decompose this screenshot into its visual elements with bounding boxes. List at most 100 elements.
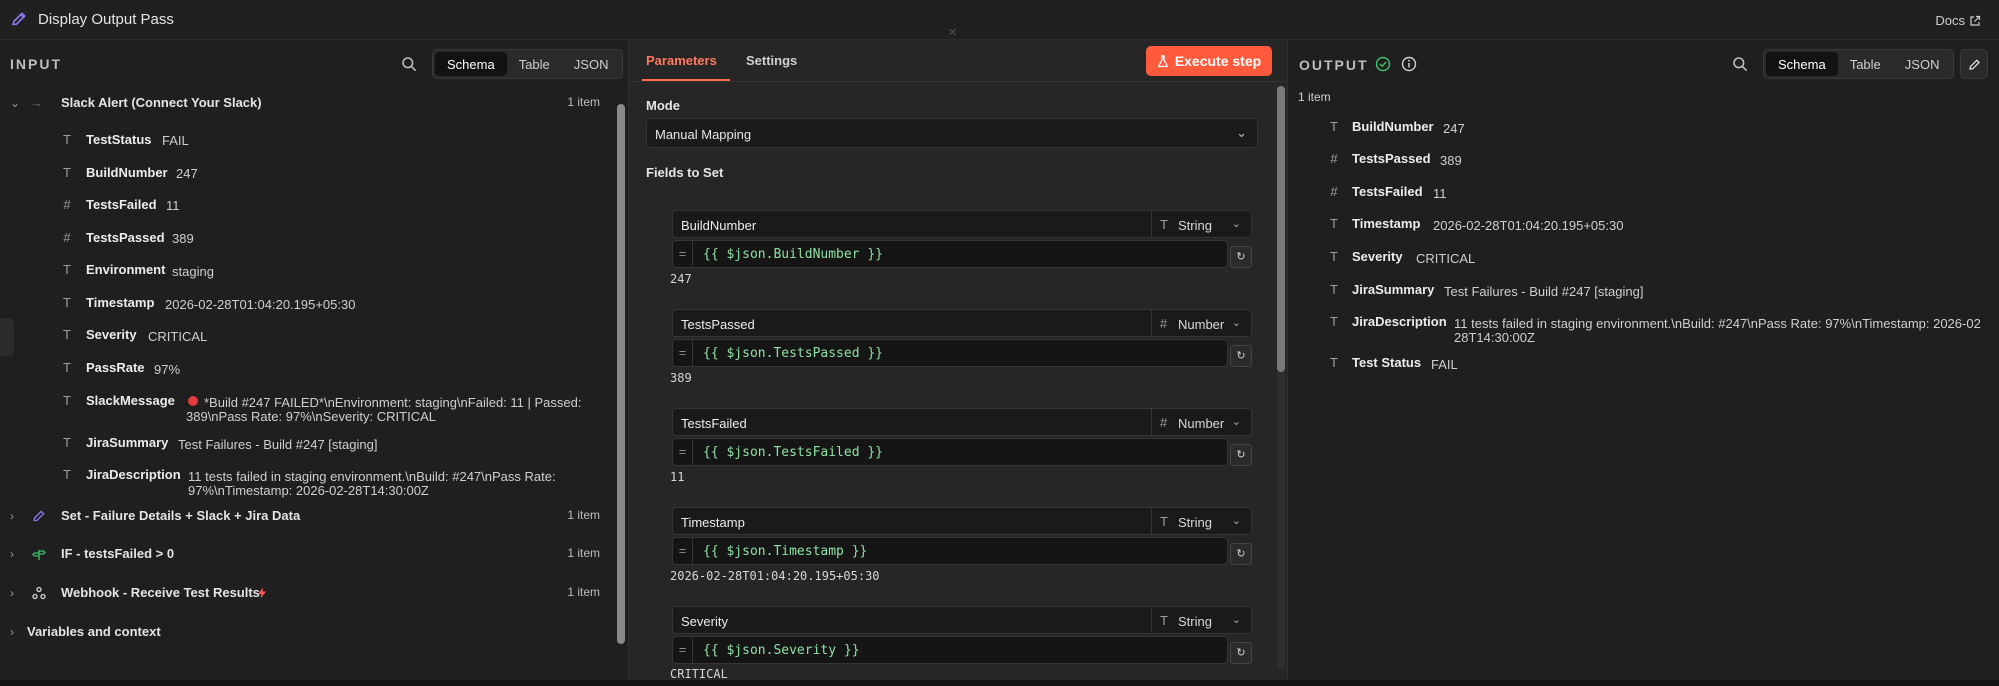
text-type-icon: T [63, 360, 71, 375]
assignment-name-field[interactable]: BuildNumber T String ⌄ [672, 210, 1252, 238]
refresh-icon[interactable]: ↻ [1230, 246, 1252, 268]
close-icon[interactable]: ✕ [948, 26, 957, 39]
field-value: CRITICAL [148, 329, 208, 344]
text-type-icon: T [63, 327, 71, 342]
panel-edge-handle[interactable] [0, 318, 14, 356]
webhook-icon [32, 586, 46, 600]
equals-icon: = [673, 637, 693, 663]
variables-label: Variables and context [27, 624, 161, 639]
text-type-icon: T [63, 393, 71, 408]
output-item-count: 1 item [1298, 90, 1331, 104]
execute-step-button[interactable]: Execute step [1146, 46, 1272, 76]
field-value: 11 [1433, 186, 1447, 201]
input-node-slack-alert[interactable]: ⌄ → Slack Alert (Connect Your Slack) 1 i… [0, 91, 620, 115]
search-icon[interactable] [1732, 56, 1748, 72]
refresh-icon[interactable]: ↻ [1230, 444, 1252, 466]
type-select[interactable]: # Number ⌄ [1151, 310, 1251, 336]
refresh-icon[interactable]: ↻ [1230, 345, 1252, 367]
expression-input[interactable]: = {{ $json.TestsPassed }} [672, 339, 1228, 367]
parameters-scrollbar-thumb[interactable] [1277, 86, 1285, 372]
parameters-scrollbar[interactable] [1277, 86, 1285, 670]
field-name[interactable]: JiraSummary [1352, 282, 1434, 297]
input-view-schema[interactable]: Schema [435, 52, 507, 76]
field-value-line-1: *Build #247 FAILED*\nEnvironment: stagin… [204, 395, 582, 410]
chevron-down-icon: ⌄ [1231, 515, 1241, 527]
text-type-icon: T [63, 165, 71, 180]
type-select[interactable]: T String ⌄ [1151, 508, 1251, 534]
type-select[interactable]: T String ⌄ [1151, 607, 1251, 633]
node-title[interactable]: Display Output Pass [38, 11, 174, 28]
field-value: 389 [1440, 153, 1462, 168]
field-name[interactable]: Environment [86, 262, 165, 277]
input-scrollbar-thumb[interactable] [617, 104, 625, 644]
field-name[interactable]: TestsPassed [1352, 151, 1431, 166]
field-name[interactable]: Test Status [1352, 355, 1421, 370]
input-view-table[interactable]: Table [507, 52, 562, 76]
field-name[interactable]: JiraDescription [86, 467, 181, 482]
assignment-name-field[interactable]: TestsPassed # Number ⌄ [672, 309, 1252, 337]
output-view-json[interactable]: JSON [1893, 52, 1952, 76]
equals-icon: = [673, 340, 693, 366]
expression-input[interactable]: = {{ $json.BuildNumber }} [672, 240, 1228, 268]
output-view-schema[interactable]: Schema [1766, 52, 1838, 76]
field-name[interactable]: Timestamp [86, 295, 154, 310]
field-name[interactable]: BuildNumber [86, 165, 168, 180]
type-name: Number [1178, 317, 1225, 332]
number-type-icon: # [1330, 184, 1338, 199]
info-icon[interactable] [1401, 56, 1417, 72]
type-name: Number [1178, 416, 1225, 431]
field-name[interactable]: BuildNumber [1352, 119, 1434, 134]
refresh-icon[interactable]: ↻ [1230, 543, 1252, 565]
node-item-count: 1 item [567, 546, 600, 560]
input-node-webhook[interactable]: › Webhook - Receive Test Results 1 item [0, 581, 620, 605]
field-name[interactable]: TestStatus [86, 132, 152, 147]
arrow-right-icon: → [30, 95, 43, 110]
text-type-icon: T [63, 467, 71, 482]
field-value-line-2: 97%\nTimestamp: 2026-02-28T14:30:00Z [188, 483, 429, 498]
expression-preview: 389 [670, 371, 692, 385]
assignment-name-field[interactable]: TestsFailed # Number ⌄ [672, 408, 1252, 436]
expression-input[interactable]: = {{ $json.TestsFailed }} [672, 438, 1228, 466]
field-name[interactable]: TestsFailed [1352, 184, 1423, 199]
field-name[interactable]: Severity [86, 327, 137, 342]
field-name[interactable]: TestsFailed [86, 197, 157, 212]
tab-settings[interactable]: Settings [746, 53, 797, 68]
docs-link[interactable]: Docs [1935, 13, 1981, 28]
expression-input[interactable]: = {{ $json.Timestamp }} [672, 537, 1228, 565]
input-view-json[interactable]: JSON [562, 52, 621, 76]
pencil-icon [1969, 59, 1980, 70]
input-node-set-failure-details[interactable]: › Set - Failure Details + Slack + Jira D… [0, 504, 620, 528]
input-node-if-tests-failed[interactable]: › IF - testsFailed > 0 1 item [0, 542, 620, 566]
number-type-icon: # [1330, 151, 1338, 166]
field-name[interactable]: JiraSummary [86, 435, 168, 450]
assignment-name-field[interactable]: Timestamp T String ⌄ [672, 507, 1252, 535]
assignment-name-field[interactable]: Severity T String ⌄ [672, 606, 1252, 634]
output-view-table[interactable]: Table [1838, 52, 1893, 76]
flask-icon [1157, 54, 1168, 67]
input-scrollbar[interactable] [617, 104, 625, 644]
search-icon[interactable] [401, 56, 417, 72]
refresh-icon[interactable]: ↻ [1230, 642, 1252, 664]
field-name[interactable]: Timestamp [1352, 216, 1420, 231]
field-name[interactable]: SlackMessage [86, 393, 175, 408]
field-name[interactable]: PassRate [86, 360, 145, 375]
type-select[interactable]: # Number ⌄ [1151, 409, 1251, 435]
fields-to-set-label: Fields to Set [646, 165, 724, 180]
field-name[interactable]: JiraDescription [1352, 314, 1447, 329]
expression-text: {{ $json.BuildNumber }} [703, 247, 884, 262]
field-name[interactable]: TestsPassed [86, 230, 165, 245]
edit-output-button[interactable] [1960, 49, 1988, 79]
field-name[interactable]: Severity [1352, 249, 1403, 264]
tab-parameters[interactable]: Parameters [646, 53, 717, 68]
variables-and-context[interactable]: › Variables and context [0, 620, 620, 644]
expression-input[interactable]: = {{ $json.Severity }} [672, 636, 1228, 664]
type-select[interactable]: T String ⌄ [1151, 211, 1251, 237]
text-type-icon: T [1330, 216, 1338, 231]
type-name: String [1178, 515, 1212, 530]
field-value: CRITICAL [1416, 251, 1476, 266]
type-name: String [1178, 218, 1212, 233]
field-value: 97% [154, 362, 181, 377]
text-type-icon: T [1330, 249, 1338, 264]
number-type-icon: # [63, 230, 71, 245]
mode-select[interactable]: Manual Mapping ⌄ [646, 118, 1258, 148]
